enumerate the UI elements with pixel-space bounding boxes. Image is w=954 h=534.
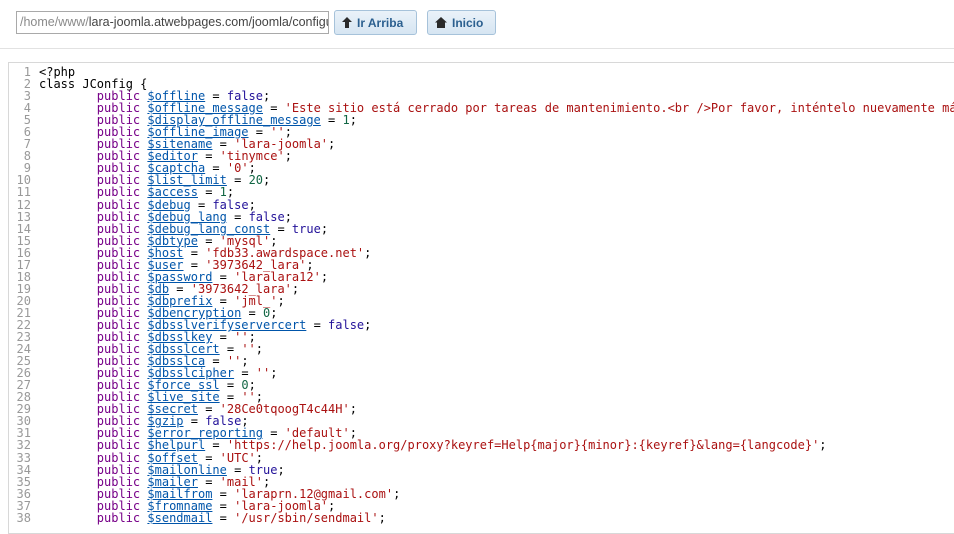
code-token: ; (349, 113, 357, 128)
line-number: 16 (16, 245, 31, 260)
code-token: ; (284, 149, 292, 164)
code-token: ; (819, 438, 827, 453)
line-number: 38 (16, 510, 31, 525)
code-token: ; (255, 342, 264, 357)
code-line: 38 public $sendmail = '/usr/sbin/sendmai… (9, 512, 954, 524)
code-token: ; (349, 402, 357, 417)
code-token: '/usr/sbin/sendmail' (234, 510, 379, 525)
code-token: ; (320, 221, 329, 236)
home-button[interactable]: Inicio (427, 10, 496, 35)
line-number: 11 (16, 185, 31, 200)
code-token: = (212, 510, 235, 525)
line-number: 13 (16, 209, 31, 224)
code-token: ; (328, 137, 336, 152)
path-main: lara-joomla.atwebpages.com/joomla/config… (88, 15, 329, 29)
code-token: 1 (342, 113, 350, 128)
code-token: $sendmail (147, 510, 213, 525)
code-line: 1 <?php (9, 66, 954, 78)
arrow-up-icon (342, 17, 352, 28)
code-token: 20 (248, 173, 264, 188)
line-number: 36 (16, 486, 31, 501)
line-number: 33 (16, 450, 31, 465)
code-token: ; (277, 293, 285, 308)
path-prefix: /home/www/ (20, 15, 89, 29)
code-token: '' (255, 366, 271, 381)
code-token: ; (263, 173, 271, 188)
code-token: ; (277, 462, 285, 477)
code-token: = (306, 317, 329, 332)
line-number: 17 (16, 257, 31, 272)
code-editor[interactable]: 1 <?php 2 class JConfig {3 public $offline … (8, 62, 954, 534)
code-token: ; (270, 366, 278, 381)
code-text: public $sendmail = '/usr/sbin/sendmail'; (39, 512, 386, 524)
code-token: ; (378, 510, 386, 525)
code-token: ; (393, 486, 401, 501)
code-token: ; (320, 269, 329, 284)
code-token: ; (364, 317, 372, 332)
home-icon (435, 17, 447, 28)
go-up-button[interactable]: Ir Arriba (334, 10, 417, 35)
code-token: true (291, 221, 321, 236)
line-number: 15 (16, 233, 31, 248)
file-toolbar: /home/www/lara-joomla.atwebpages.com/joo… (0, 0, 954, 49)
line-number: 34 (16, 462, 31, 477)
file-path-input[interactable]: /home/www/lara-joomla.atwebpages.com/joo… (16, 11, 329, 34)
line-number: 35 (16, 474, 31, 489)
line-number: 32 (16, 438, 31, 453)
code-token: 'https://help.joomla.org/proxy?keyref=He… (226, 438, 820, 453)
code-token: = (320, 113, 343, 128)
line-number: 14 (16, 221, 31, 236)
code-token: false (328, 317, 365, 332)
code-token: public (96, 510, 141, 525)
line-number: 37 (16, 498, 31, 513)
code-token: 'Este sitio está cerrado por tareas de m… (284, 101, 954, 116)
go-up-label: Ir Arriba (357, 15, 404, 30)
code-token: ; (364, 245, 372, 260)
home-label: Inicio (452, 15, 484, 30)
code-token: ; (291, 281, 300, 296)
line-number: 12 (16, 197, 31, 212)
